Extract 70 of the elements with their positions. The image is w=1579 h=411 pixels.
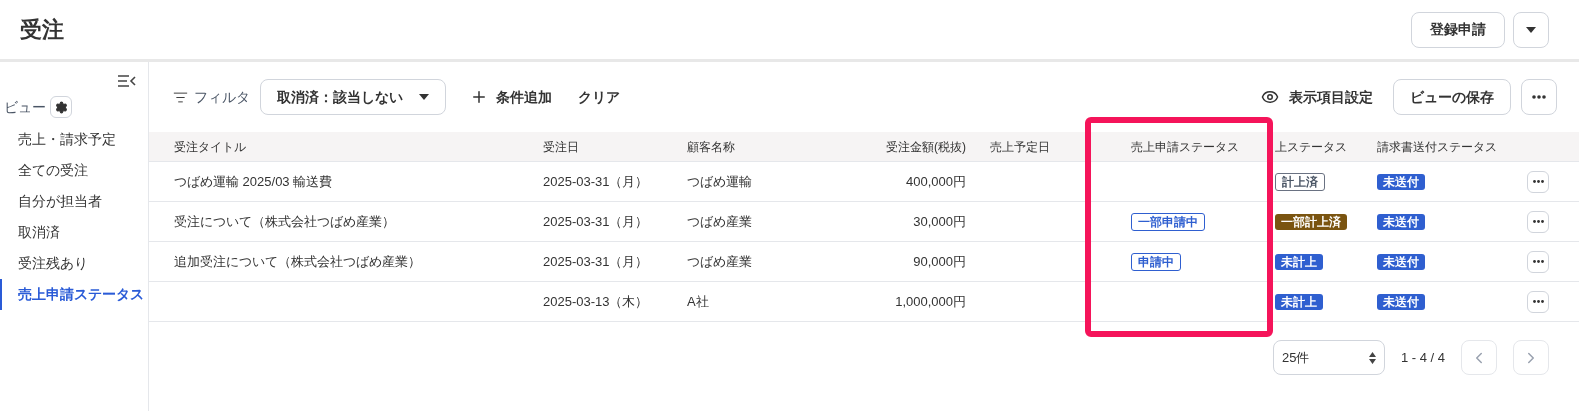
order-amount: 90,000円 — [913, 252, 966, 271]
add-condition-button[interactable]: 条件追加 — [470, 86, 552, 108]
invoice-status-badge: 未送付 — [1377, 253, 1425, 270]
column-header: 受注金額(税抜) — [886, 138, 966, 156]
eye-icon — [1261, 88, 1279, 106]
sidebar-item[interactable]: 自分が担当者 — [0, 186, 148, 217]
filter-icon — [173, 89, 188, 105]
column-header: 上ステータス — [1275, 138, 1347, 156]
order-amount: 1,000,000円 — [895, 292, 966, 311]
customer-name: A社 — [687, 292, 709, 311]
column-header: 受注タイトル — [174, 138, 246, 156]
column-header: 請求書送付ステータス — [1377, 138, 1497, 156]
order-date: 2025-03-13（木） — [543, 292, 649, 311]
caret-icon — [1526, 26, 1536, 33]
column-header: 顧客名称 — [687, 138, 735, 156]
row-menu-button[interactable] — [1527, 170, 1549, 193]
column-header: 受注日 — [543, 138, 579, 156]
more-icon — [1532, 220, 1544, 223]
gear-icon — [54, 100, 68, 114]
sidebar-item[interactable]: 売上申請ステータス — [0, 279, 148, 310]
sales-status-badge: 一部計上済 — [1275, 213, 1347, 230]
row-menu-button[interactable] — [1527, 250, 1549, 273]
sidebar-item[interactable]: 売上・請求予定 — [0, 124, 148, 155]
order-title: 受注について（株式会社つばめ産業） — [174, 212, 395, 231]
filter-chip[interactable]: 取消済：該当しない — [260, 79, 446, 115]
caret-icon — [419, 94, 429, 100]
customer-name: つばめ運輸 — [687, 172, 752, 191]
plus-icon — [470, 88, 488, 106]
column-settings-button[interactable]: 表示項目設定 — [1261, 86, 1373, 108]
clear-button[interactable]: クリア — [578, 86, 620, 108]
request-status-badge: 申請中 — [1131, 252, 1181, 271]
sales-status-badge: 計上済 — [1275, 172, 1325, 191]
invoice-status-badge: 未送付 — [1377, 293, 1425, 310]
request-status-badge: 一部申請中 — [1131, 212, 1205, 231]
sidebar-item[interactable]: 受注残あり — [0, 248, 148, 279]
order-amount: 30,000円 — [913, 212, 966, 231]
collapse-sidebar-icon[interactable] — [118, 74, 136, 88]
more-icon — [1532, 180, 1544, 183]
customer-name: つばめ産業 — [687, 212, 752, 231]
settings-button[interactable] — [50, 96, 72, 118]
order-date: 2025-03-31（月） — [543, 172, 649, 191]
page-range: 1 - 4 / 4 — [1400, 348, 1445, 367]
column-header: 売上予定日 — [990, 138, 1050, 156]
filter-label: フィルタ — [194, 87, 250, 107]
view-heading: ビュー — [4, 97, 46, 117]
sidebar-item[interactable]: 取消済 — [0, 217, 148, 248]
more-icon — [1532, 95, 1546, 99]
save-view-button[interactable]: ビューの保存 — [1393, 79, 1511, 115]
more-icon — [1532, 260, 1544, 263]
dropdown-button[interactable] — [1513, 11, 1549, 48]
sales-status-badge: 未計上 — [1275, 293, 1323, 310]
more-icon — [1532, 300, 1544, 303]
page-title: 受注 — [20, 16, 64, 44]
row-menu-button[interactable] — [1527, 290, 1549, 313]
register-request-button[interactable]: 登録申請 — [1411, 11, 1505, 48]
page-size-select[interactable]: 25件 — [1272, 340, 1385, 375]
order-amount: 400,000円 — [906, 172, 966, 191]
column-header: 売上申請ステータス — [1131, 138, 1239, 156]
order-title: 追加受注について（株式会社つばめ産業） — [174, 252, 421, 271]
order-date: 2025-03-31（月） — [543, 212, 649, 231]
sort-arrows-icon — [1368, 351, 1376, 364]
invoice-status-badge: 未送付 — [1377, 173, 1425, 190]
sales-status-badge: 未計上 — [1275, 253, 1323, 270]
row-menu-button[interactable] — [1527, 210, 1549, 233]
more-button[interactable] — [1521, 79, 1557, 115]
order-title: つばめ運輸 2025/03 輸送費 — [174, 172, 333, 191]
sidebar-item[interactable]: 全ての受注 — [0, 155, 148, 186]
customer-name: つばめ産業 — [687, 252, 752, 271]
order-date: 2025-03-31（月） — [543, 252, 649, 271]
invoice-status-badge: 未送付 — [1377, 213, 1425, 230]
